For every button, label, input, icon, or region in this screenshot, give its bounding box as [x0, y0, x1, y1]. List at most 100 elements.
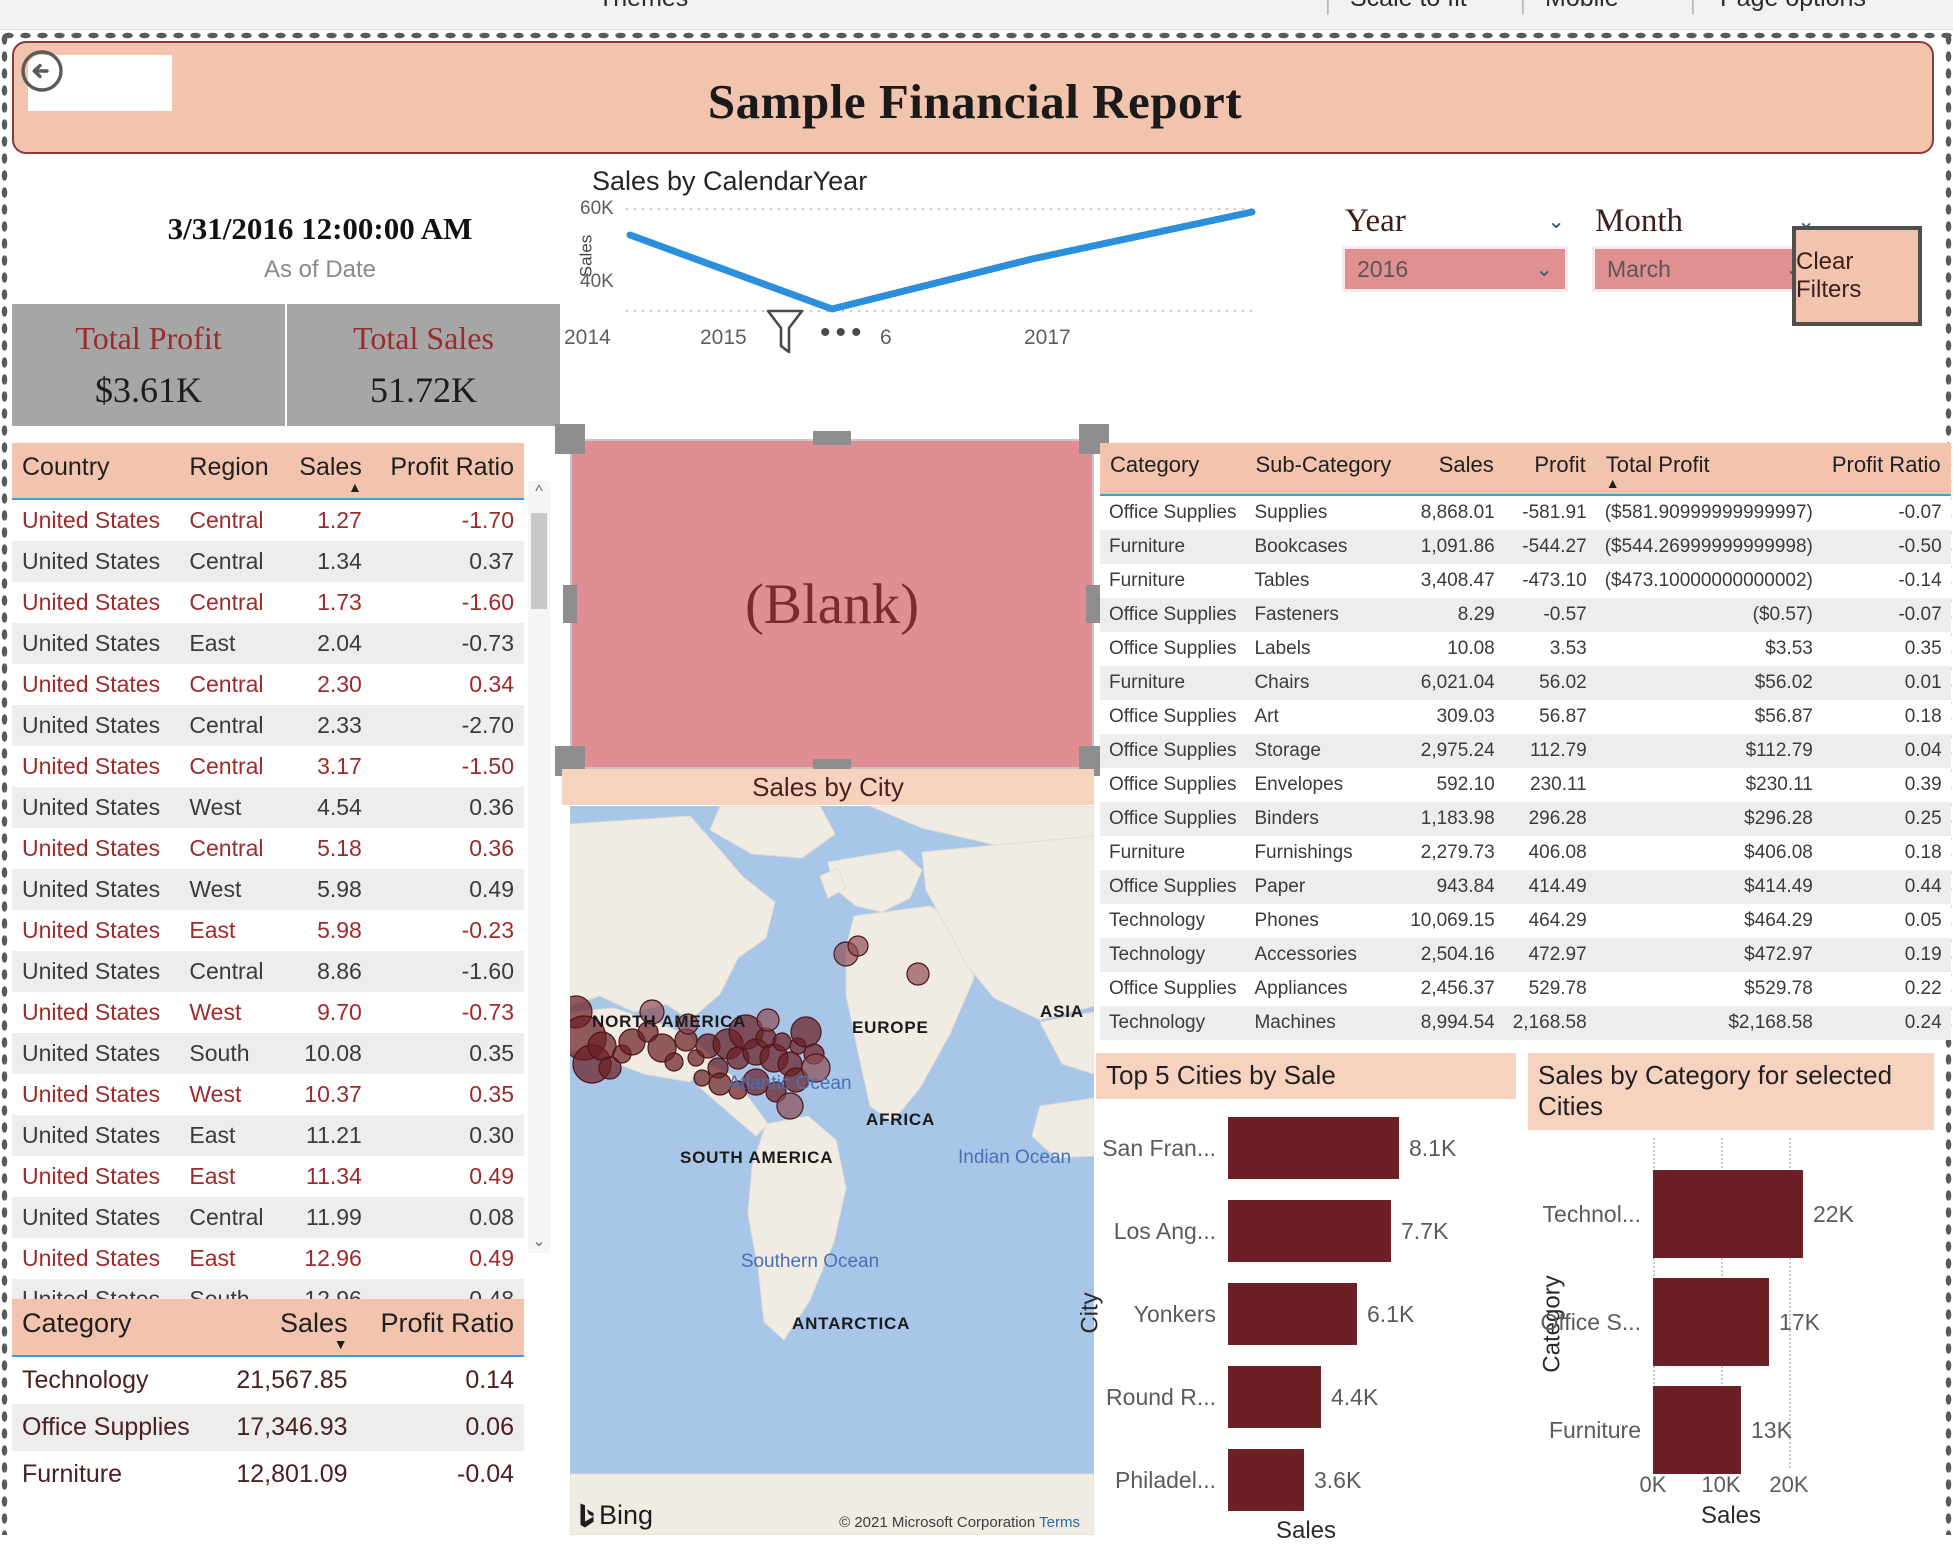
bar-chart-row[interactable]: Los Ang...7.7K — [1096, 1200, 1516, 1262]
bar-segment[interactable] — [1653, 1278, 1769, 1366]
year-slicer-header[interactable]: Year ⌄ — [1345, 203, 1565, 240]
resize-handle-middle-left[interactable] — [563, 585, 577, 623]
table-row[interactable]: FurnitureBookcases1,091.86-544.27($544.2… — [1100, 530, 1951, 564]
bar-segment[interactable] — [1653, 1386, 1741, 1474]
map-terms-link[interactable]: Terms — [1039, 1514, 1080, 1531]
filter-icon[interactable] — [764, 306, 806, 358]
bar-chart-row[interactable]: Philadel...3.6K — [1096, 1449, 1516, 1511]
table-row[interactable]: FurnitureFurnishings2,279.73406.08$406.0… — [1100, 836, 1951, 870]
column-header-profit-ratio[interactable]: Profit Ratio — [372, 443, 524, 499]
table-row[interactable]: TechnologyAccessories2,504.16472.97$472.… — [1100, 938, 1951, 972]
bar-chart-sales-by-category[interactable]: Sales by Category for selected Cities Ca… — [1528, 1053, 1934, 1530]
table-row[interactable]: United StatesCentral1.27-1.70 — [12, 499, 524, 541]
month-slicer[interactable]: Month ⌄ March ⌄ — [1595, 203, 1815, 289]
bar-chart-row[interactable]: Technol...22K — [1528, 1170, 1934, 1258]
column-header-sales[interactable]: Sales — [1401, 443, 1504, 495]
map-sales-by-city[interactable]: NORTH AMERICA SOUTH AMERICA EUROPE AFRIC… — [570, 806, 1094, 1535]
year-slicer-dropdown[interactable]: 2016 ⌄ — [1345, 249, 1565, 289]
table-row[interactable]: Office SuppliesPaper943.84414.49$414.490… — [1100, 870, 1951, 904]
bing-logo[interactable]: Bing — [580, 1500, 653, 1531]
kpi-card-total-sales[interactable]: Total Sales 51.72K — [285, 304, 560, 426]
bar-chart-row[interactable]: Furniture13K — [1528, 1386, 1934, 1474]
bar-chart-top-5-cities[interactable]: Top 5 Cities by Sale City San Fran...8.1… — [1096, 1053, 1516, 1539]
table-category-subcategory-detail[interactable]: Category Sub-Category Sales Profit Total… — [1100, 443, 1890, 1040]
table-row[interactable]: Office SuppliesArt309.0356.87$56.870.18 — [1100, 700, 1951, 734]
table-row[interactable]: FurnitureChairs6,021.0456.02$56.020.01 — [1100, 666, 1951, 700]
table-row[interactable]: Office SuppliesAppliances2,456.37529.78$… — [1100, 972, 1951, 1006]
blank-card-visual[interactable]: (Blank) — [570, 439, 1094, 769]
column-header-profit[interactable]: Profit — [1504, 443, 1596, 495]
table-row[interactable]: Office SuppliesBinders1,183.98296.28$296… — [1100, 802, 1951, 836]
column-header-sub-category[interactable]: Sub-Category — [1245, 443, 1401, 495]
table-row[interactable]: United StatesCentral2.33-2.70 — [12, 705, 524, 746]
column-header-country[interactable]: Country — [12, 443, 179, 499]
column-header-sales[interactable]: Sales ▲ — [284, 443, 371, 499]
table-row[interactable]: Office SuppliesFasteners8.29-0.57($0.57)… — [1100, 598, 1951, 632]
table-row[interactable]: United StatesCentral2.300.34 — [12, 664, 524, 705]
resize-handle-middle-right[interactable] — [1086, 585, 1100, 623]
table-row[interactable]: Office SuppliesSupplies8,868.01-581.91($… — [1100, 495, 1951, 530]
table-row[interactable]: United StatesCentral11.990.08 — [12, 1197, 524, 1238]
chevron-down-icon[interactable]: ⌄ — [1547, 209, 1565, 234]
table-row[interactable]: TechnologyMachines8,994.542,168.58$2,168… — [1100, 1006, 1951, 1040]
table-row[interactable]: United StatesWest4.540.36 — [12, 787, 524, 828]
table-row[interactable]: Office SuppliesLabels10.083.53$3.530.35 — [1100, 632, 1951, 666]
column-header-sales[interactable]: Sales ▼ — [215, 1299, 357, 1356]
bar-chart-row[interactable]: San Fran...8.1K — [1096, 1117, 1516, 1179]
scroll-down-icon[interactable]: ⌄ — [528, 1231, 550, 1253]
year-slicer[interactable]: Year ⌄ 2016 ⌄ — [1345, 203, 1565, 289]
line-chart-sales-by-calendaryear[interactable]: Sales by CalendarYear Sales 60K 40K 2014… — [572, 166, 1272, 381]
scrollbar-thumb[interactable] — [531, 513, 547, 609]
table-row[interactable]: United StatesEast2.04-0.73 — [12, 623, 524, 664]
table-row[interactable]: TechnologyPhones10,069.15464.29$464.290.… — [1100, 904, 1951, 938]
table-row[interactable]: United StatesWest9.70-0.73 — [12, 992, 524, 1033]
more-options-icon[interactable]: ••• — [820, 316, 867, 350]
bar-segment[interactable] — [1228, 1366, 1321, 1428]
column-header-profit-ratio[interactable]: Profit Ratio — [1822, 443, 1951, 495]
column-header-category[interactable]: Category — [12, 1299, 215, 1356]
scroll-up-icon[interactable]: ^ — [528, 481, 550, 503]
table-row[interactable]: United StatesWest10.370.35 — [12, 1074, 524, 1115]
table-row[interactable]: United StatesEast5.98-0.23 — [12, 910, 524, 951]
table-row[interactable]: Office Supplies17,346.930.06 — [12, 1404, 524, 1451]
month-slicer-header[interactable]: Month ⌄ — [1595, 203, 1815, 240]
column-header-profit-ratio[interactable]: Profit Ratio — [358, 1299, 524, 1356]
bar-segment[interactable] — [1228, 1449, 1304, 1511]
table-row[interactable]: Furniture12,801.09-0.04 — [12, 1451, 524, 1498]
resize-handle-top-center[interactable] — [813, 431, 851, 445]
table-row[interactable]: United StatesEast11.210.30 — [12, 1115, 524, 1156]
table-row[interactable]: United StatesCentral3.17-1.50 — [12, 746, 524, 787]
table-row[interactable]: United StatesCentral5.180.36 — [12, 828, 524, 869]
table-row[interactable]: Technology21,567.850.14 — [12, 1356, 524, 1404]
month-slicer-dropdown[interactable]: March ⌄ — [1595, 249, 1815, 289]
table-row[interactable]: United StatesEast12.960.49 — [12, 1238, 524, 1279]
back-arrow-icon[interactable] — [20, 49, 64, 93]
ribbon-item-scale-to-fit[interactable]: Scale to fit — [1350, 0, 1467, 13]
table-row[interactable]: Office SuppliesEnvelopes592.10230.11$230… — [1100, 768, 1951, 802]
bar-segment[interactable] — [1228, 1200, 1391, 1262]
table-country-region-sales[interactable]: Country Region Sales ▲ Profit Ratio Unit… — [12, 443, 524, 1361]
kpi-card-total-profit[interactable]: Total Profit $3.61K — [12, 304, 285, 426]
column-header-category[interactable]: Category — [1100, 443, 1245, 495]
table-row[interactable]: United StatesCentral8.86-1.60 — [12, 951, 524, 992]
table-row[interactable]: FurnitureTables3,408.47-473.10($473.1000… — [1100, 564, 1951, 598]
table-row[interactable]: Office SuppliesStorage2,975.24112.79$112… — [1100, 734, 1951, 768]
column-header-region[interactable]: Region — [179, 443, 284, 499]
ribbon-item-themes[interactable]: Themes — [598, 0, 688, 13]
bar-segment[interactable] — [1653, 1170, 1803, 1258]
bar-segment[interactable] — [1228, 1283, 1357, 1345]
table-row[interactable]: United StatesWest5.980.49 — [12, 869, 524, 910]
bar-chart-row[interactable]: Round R...4.4K — [1096, 1366, 1516, 1428]
chevron-down-icon[interactable]: ⌄ — [1535, 257, 1553, 282]
ribbon-item-page-options[interactable]: Page options — [1720, 0, 1866, 13]
table-row[interactable]: United StatesCentral1.73-1.60 — [12, 582, 524, 623]
table-row[interactable]: United StatesEast11.340.49 — [12, 1156, 524, 1197]
table-row[interactable]: United StatesCentral1.340.37 — [12, 541, 524, 582]
ribbon-item-mobile[interactable]: Mobile — [1545, 0, 1619, 13]
bar-chart-row[interactable]: Yonkers6.1K — [1096, 1283, 1516, 1345]
country-table-scrollbar[interactable]: ^ ⌄ — [528, 481, 550, 1253]
resize-handle-top-left[interactable] — [555, 424, 585, 454]
clear-filters-button[interactable]: Clear Filters — [1792, 226, 1922, 326]
table-category-sales[interactable]: Category Sales ▼ Profit Ratio Technology… — [12, 1299, 524, 1498]
bar-chart-row[interactable]: Office S...17K — [1528, 1278, 1934, 1366]
